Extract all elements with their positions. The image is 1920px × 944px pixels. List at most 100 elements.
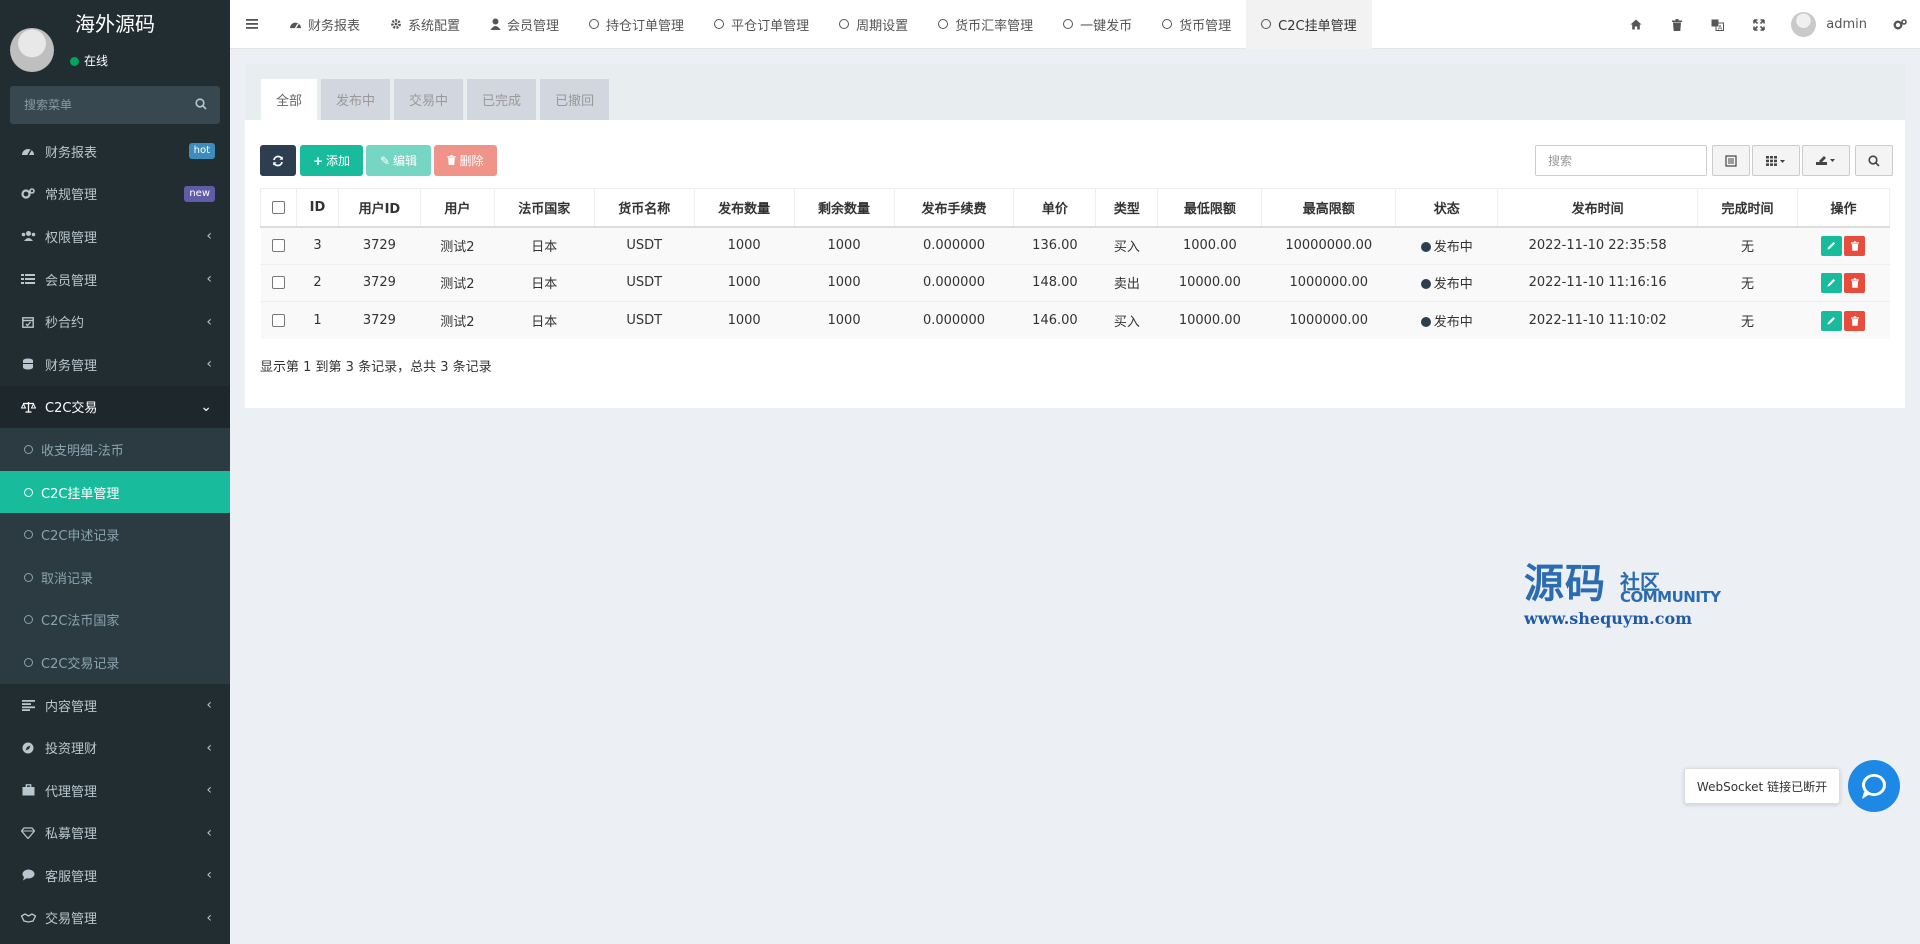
pencil-icon [1827,242,1836,250]
tab-system-config[interactable]: 系统配置 [375,0,475,49]
row-checkbox[interactable] [271,239,285,252]
sidebar-item-finance-report[interactable]: 财务报表 hot [0,130,230,173]
sidebar-item-support[interactable]: 客服管理 ‹ [0,854,230,897]
column-header[interactable]: 用户 [419,188,495,228]
row-delete-button[interactable] [1844,272,1866,293]
hot-badge: hot [188,143,215,159]
sidebar-subitem-fiat-ledger[interactable]: 收支明细-法币 [0,428,230,471]
filter-tab-trading[interactable]: 交易中 [394,79,464,120]
export-dropdown-button[interactable] [1802,145,1850,176]
sidebar-item-invest[interactable]: 投资理财 ‹ [0,726,230,769]
language-icon[interactable]: A [1697,0,1738,49]
trash-icon [447,154,457,168]
fullscreen-icon[interactable] [1738,0,1779,49]
column-header[interactable]: 最低限额 [1157,188,1263,228]
column-header[interactable]: 最高限额 [1261,188,1397,228]
sidebar-item-agent[interactable]: 代理管理 ‹ [0,769,230,812]
chat-bubble-button[interactable] [1848,760,1900,812]
column-header[interactable]: 单价 [1013,188,1097,228]
row-select-cell [260,226,297,264]
sidebar-item-general[interactable]: 常规管理 new [0,173,230,216]
table-row[interactable]: 3 3729 测试2 日本 USDT 1000 1000 0.000000 13… [260,226,1890,264]
cogs-icon[interactable] [1879,0,1920,49]
cell-fee: 0.000000 [894,301,1014,339]
tab-period-settings[interactable]: 周期设置 [824,0,923,49]
cell-user: 测试2 [420,226,495,264]
menu-toggle-icon[interactable] [230,0,274,49]
row-delete-button[interactable] [1844,235,1866,256]
add-button[interactable]: + 添加 [300,145,363,176]
chevron-left-icon: ‹ [206,313,212,330]
tab-exchange-rates[interactable]: 货币汇率管理 [923,0,1048,49]
column-header[interactable]: 状态 [1395,188,1499,228]
trash-icon [1850,315,1859,326]
sidebar-subitem-cancel-records[interactable]: 取消记录 [0,556,230,599]
sidebar-item-member[interactable]: 会员管理 ‹ [0,258,230,301]
sidebar-item-trade[interactable]: 交易管理 ‹ [0,897,230,940]
column-header[interactable]: ID [295,188,339,228]
sidebar-item-content[interactable]: 内容管理 ‹ [0,684,230,727]
select-all-checkbox[interactable] [271,200,285,214]
column-header[interactable]: 法币国家 [493,188,595,228]
sidebar-item-c2c[interactable]: C2C交易 ⌄ [0,385,230,429]
cell-done: 无 [1697,226,1798,264]
sidebar-subitem-c2c-orders[interactable]: C2C挂单管理 [0,470,230,514]
home-icon[interactable] [1615,0,1656,49]
edit-button[interactable]: ✎ 编辑 [366,145,431,176]
top-navbar: 财务报表 系统配置 会员管理 持仓订单管理 平仓订单管理 周期设置 货币汇率管理… [230,0,1920,49]
filter-tab-withdrawn[interactable]: 已撤回 [540,79,610,120]
sidebar-item-contract[interactable]: 秒合约 ‹ [0,300,230,343]
user-menu[interactable]: admin [1779,0,1879,49]
column-header[interactable]: 发布手续费 [893,188,1015,228]
tab-position-orders[interactable]: 持仓订单管理 [574,0,699,49]
column-header[interactable]: 货币名称 [593,188,695,228]
sidebar-item-finance[interactable]: 财务管理 ‹ [0,343,230,386]
column-header[interactable]: 操作 [1796,188,1891,228]
sidebar-search-input[interactable] [10,86,220,124]
row-edit-button[interactable] [1821,272,1843,293]
table-search [1535,145,1707,176]
column-header[interactable]: 发布数量 [693,188,795,228]
cell-status: 发布中 [1395,301,1498,339]
cell-fee: 0.000000 [894,226,1014,264]
advanced-search-button[interactable] [1855,145,1893,176]
tab-closed-orders[interactable]: 平仓订单管理 [699,0,824,49]
row-delete-button[interactable] [1844,310,1866,331]
columns-dropdown-button[interactable] [1752,145,1800,176]
tab-finance-report[interactable]: 财务报表 [274,0,375,49]
delete-button[interactable]: 删除 [434,145,497,176]
cell-type: 买入 [1095,301,1158,339]
column-header[interactable]: 完成时间 [1697,188,1798,228]
tab-member[interactable]: 会员管理 [475,0,574,49]
filter-tab-completed[interactable]: 已完成 [467,79,537,120]
column-header[interactable]: 类型 [1095,188,1159,228]
toggle-view-button[interactable] [1712,145,1750,176]
sidebar-subitem-c2c-trades[interactable]: C2C交易记录 [0,641,230,684]
tab-c2c-orders[interactable]: C2C挂单管理 [1246,0,1372,49]
table-row[interactable]: 2 3729 测试2 日本 USDT 1000 1000 0.000000 14… [260,263,1890,302]
filter-tab-all[interactable]: 全部 [261,79,318,120]
circle-icon [24,444,33,454]
table-search-input[interactable] [1536,146,1706,175]
column-header[interactable]: 用户ID [337,188,421,228]
sidebar-subitem-c2c-appeals[interactable]: C2C申述记录 [0,513,230,556]
row-edit-button[interactable] [1821,235,1843,256]
refresh-button[interactable] [260,145,296,176]
row-checkbox[interactable] [271,276,285,290]
tab-issue-coin[interactable]: 一键发币 [1048,0,1147,49]
chevron-left-icon: ‹ [206,356,212,373]
column-header[interactable]: 剩余数量 [793,188,895,228]
sidebar-item-permission[interactable]: 权限管理 ‹ [0,215,230,258]
table-row[interactable]: 1 3729 测试2 日本 USDT 1000 1000 0.000000 14… [260,301,1890,339]
tab-currency[interactable]: 货币管理 [1147,0,1246,49]
trash-icon[interactable] [1656,0,1697,49]
row-edit-button[interactable] [1821,310,1843,331]
sidebar-item-private[interactable]: 私募管理 ‹ [0,812,230,855]
filter-tab-publishing[interactable]: 发布中 [321,79,391,120]
sidebar-subitem-fiat-countries[interactable]: C2C法币国家 [0,599,230,642]
plus-icon: + [312,153,324,168]
user-panel: 在线 [0,28,230,86]
column-header[interactable]: 发布时间 [1497,188,1699,228]
row-checkbox[interactable] [271,314,285,327]
search-icon[interactable] [195,98,207,114]
